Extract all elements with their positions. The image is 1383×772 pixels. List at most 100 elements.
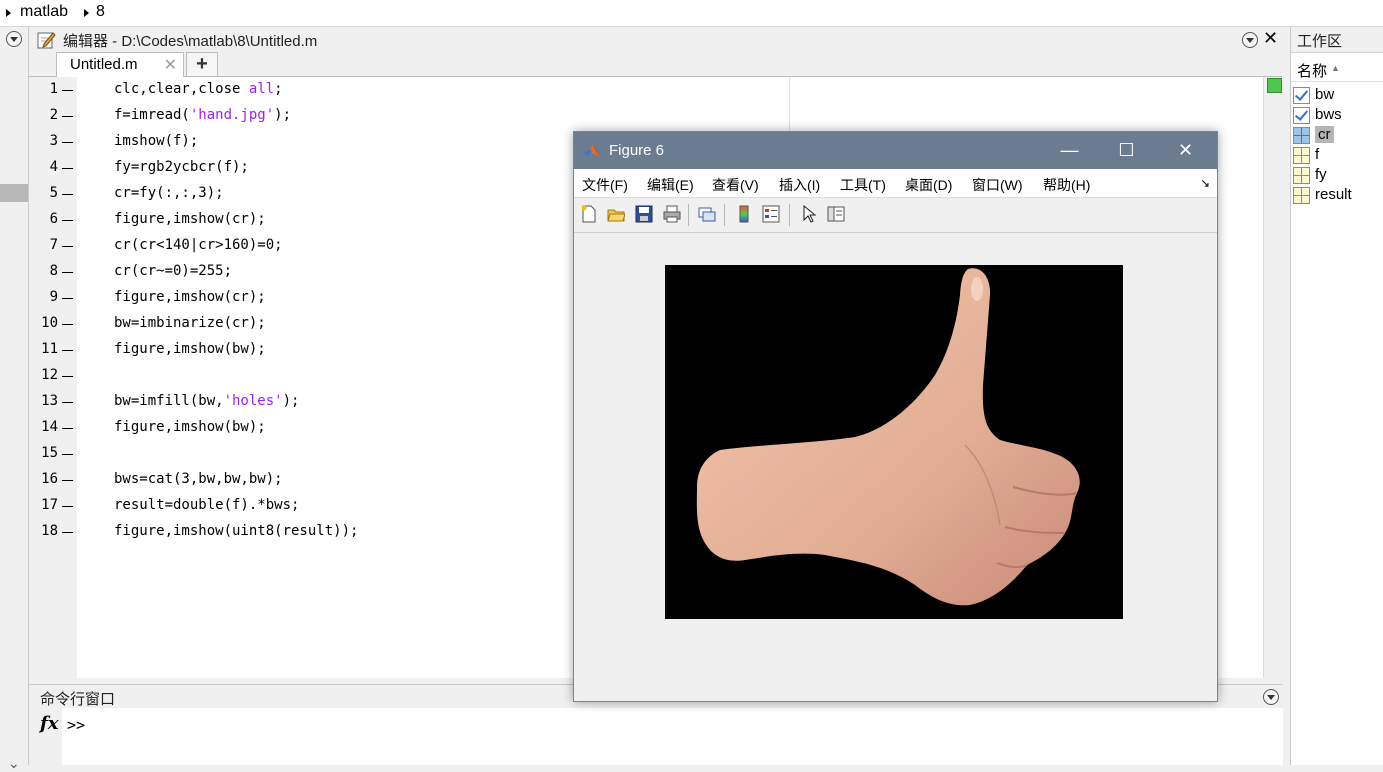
function-browser-icon[interactable]: fx [40, 713, 58, 734]
folder-selection-marker[interactable] [0, 184, 28, 202]
toolbar-separator [688, 204, 689, 226]
menu-insert[interactable]: 插入(I) [779, 175, 820, 195]
code-analyzer-status-icon[interactable] [1267, 78, 1282, 93]
code-text: figure,imshow(bw); [114, 341, 266, 357]
breadcrumb: matlab 8 [0, 0, 1383, 27]
code-line[interactable]: bw=imbinarize(cr); [114, 315, 266, 331]
code-line[interactable]: cr(cr<140|cr>160)=0; [114, 237, 283, 253]
editor-menu-icon[interactable] [1242, 32, 1258, 48]
tab-untitled-m[interactable]: Untitled.m ✕ [56, 52, 184, 78]
code-line[interactable]: figure,imshow(uint8(result)); [114, 523, 358, 539]
breakpoint-marker[interactable] [62, 246, 73, 247]
breakpoint-marker[interactable] [62, 298, 73, 299]
link-plot-icon[interactable] [698, 205, 716, 223]
editor-scrollbar[interactable] [1263, 77, 1284, 678]
breakpoint-marker[interactable] [62, 376, 73, 377]
minimize-button[interactable]: — [1041, 132, 1098, 169]
code-line[interactable]: figure,imshow(bw); [114, 341, 266, 357]
breakpoint-marker[interactable] [62, 272, 73, 273]
breadcrumb-item-8[interactable]: 8 [96, 3, 105, 21]
command-window-menu-icon[interactable] [1263, 689, 1279, 705]
workspace-var-bws[interactable]: bws [1293, 106, 1383, 125]
menu-file[interactable]: 文件(F) [582, 175, 628, 195]
name-column-label: 名称 [1297, 63, 1328, 80]
code-line[interactable]: fy=rgb2ycbcr(f); [114, 159, 249, 175]
workspace-var-fy[interactable]: fy [1293, 166, 1383, 185]
code-text: bws=cat(3,bw,bw,bw); [114, 471, 283, 487]
command-input-area[interactable] [34, 708, 1283, 765]
legend-icon[interactable] [762, 205, 780, 223]
breakpoint-marker[interactable] [62, 428, 73, 429]
breakpoint-marker[interactable] [62, 506, 73, 507]
close-editor-icon[interactable]: ✕ [1263, 28, 1278, 49]
menu-edit[interactable]: 编辑(E) [647, 175, 694, 195]
code-text: fy=rgb2ycbcr(f); [114, 159, 249, 175]
maximize-button[interactable]: ☐ [1098, 132, 1155, 169]
variable-name: bws [1315, 106, 1342, 123]
code-string: 'holes' [223, 393, 283, 409]
matrix-icon [1293, 167, 1310, 184]
panel-menu-icon[interactable] [6, 31, 22, 47]
figure-window: Figure 6 — ☐ ✕ 文件(F) 编辑(E) 查看(V) 插入(I) 工… [573, 131, 1218, 702]
code-line[interactable]: cr(cr~=0)=255; [114, 263, 232, 279]
pointer-icon[interactable] [800, 205, 818, 223]
chevron-right-icon[interactable] [84, 9, 89, 17]
figure-image-axes[interactable] [665, 265, 1123, 619]
command-prompt: >> [67, 716, 86, 734]
workspace-var-f[interactable]: f [1293, 146, 1383, 165]
print-icon[interactable] [663, 205, 681, 223]
chevron-right-icon[interactable] [6, 9, 11, 17]
code-line[interactable]: figure,imshow(bw); [114, 419, 266, 435]
workspace-var-result[interactable]: result [1293, 186, 1383, 205]
breakpoint-marker[interactable] [62, 90, 73, 91]
tab-close-icon[interactable]: ✕ [164, 55, 177, 75]
figure-titlebar[interactable]: Figure 6 — ☐ ✕ [574, 132, 1217, 169]
close-button[interactable]: ✕ [1157, 132, 1214, 169]
breakpoint-marker[interactable] [62, 454, 73, 455]
menu-view[interactable]: 查看(V) [712, 175, 759, 195]
menu-help[interactable]: 帮助(H) [1043, 175, 1090, 195]
menu-desktop[interactable]: 桌面(D) [905, 175, 952, 195]
variable-name: f [1315, 146, 1320, 163]
current-folder-panel-collapsed: ⌄ [0, 27, 29, 771]
workspace-column-header[interactable]: 名称 ▲ [1291, 56, 1383, 82]
code-line[interactable]: bw=imfill(bw,'holes'); [114, 393, 299, 409]
workspace-var-bw[interactable]: bw [1293, 86, 1383, 105]
editor-title: 编辑器 - D:\Codes\matlab\8\Untitled.m [63, 33, 318, 50]
colorbar-icon[interactable] [735, 205, 753, 223]
code-line[interactable]: figure,imshow(cr); [114, 211, 266, 227]
breakpoint-marker[interactable] [62, 324, 73, 325]
new-tab-button[interactable]: + [186, 52, 218, 77]
breakpoint-marker[interactable] [62, 480, 73, 481]
breakpoint-marker[interactable] [62, 220, 73, 221]
code-line[interactable]: clc,clear,close all; [114, 81, 283, 97]
breakpoint-marker[interactable] [62, 168, 73, 169]
breakpoint-marker[interactable] [62, 532, 73, 533]
dock-figure-icon[interactable]: ↘ [1200, 176, 1210, 190]
breakpoint-marker[interactable] [62, 116, 73, 117]
breakpoint-marker[interactable] [62, 402, 73, 403]
code-line[interactable]: figure,imshow(cr); [114, 289, 266, 305]
menu-tools[interactable]: 工具(T) [840, 175, 886, 195]
code-line[interactable]: f=imread('hand.jpg'); [114, 107, 291, 123]
new-file-icon[interactable] [580, 205, 598, 223]
code-text: ); [274, 107, 292, 123]
code-line[interactable]: bws=cat(3,bw,bw,bw); [114, 471, 283, 487]
breadcrumb-item-matlab[interactable]: matlab [20, 3, 68, 21]
open-folder-icon[interactable] [607, 205, 625, 223]
collapse-handle-icon[interactable]: ⌄ [8, 755, 20, 772]
figure-toolbar [574, 198, 1217, 233]
breakpoint-marker[interactable] [62, 194, 73, 195]
breakpoint-marker[interactable] [62, 142, 73, 143]
code-line[interactable]: cr=fy(:,:,3); [114, 185, 224, 201]
menu-window[interactable]: 窗口(W) [972, 175, 1023, 195]
save-icon[interactable] [635, 205, 653, 223]
code-line[interactable]: imshow(f); [114, 133, 198, 149]
line-number: 11 [41, 341, 58, 357]
code-text: result=double(f).*bws; [114, 497, 300, 513]
workspace-var-cr[interactable]: cr [1293, 126, 1383, 145]
code-line[interactable]: result=double(f).*bws; [114, 497, 299, 513]
property-inspector-icon[interactable] [827, 205, 845, 223]
breakpoint-marker[interactable] [62, 350, 73, 351]
line-number: 7 [49, 237, 58, 253]
